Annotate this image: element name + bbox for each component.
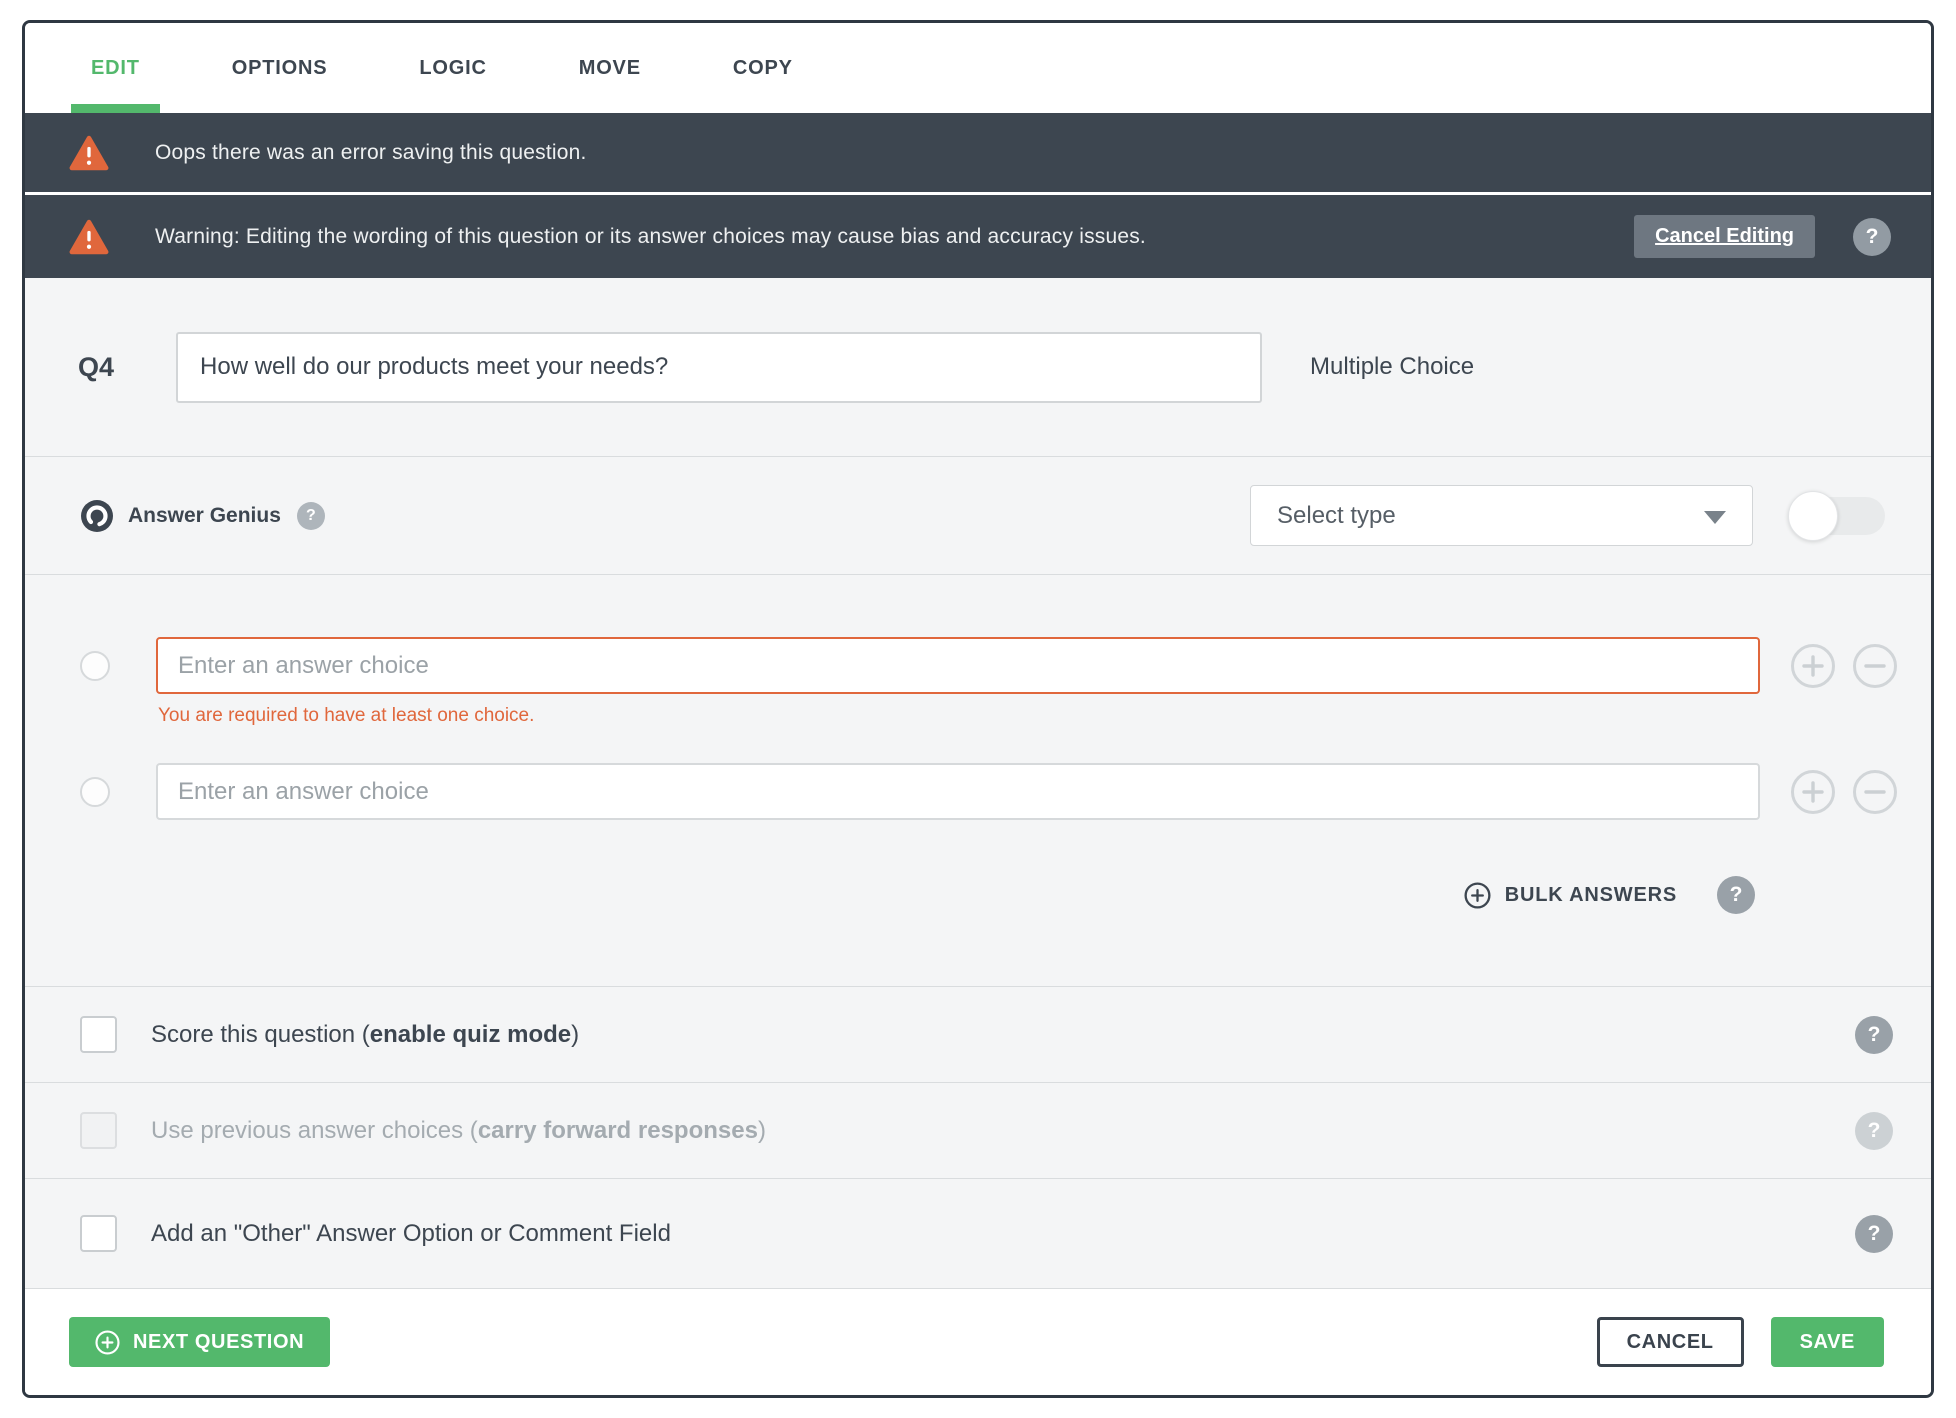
radio-icon[interactable] xyxy=(80,650,110,681)
save-button[interactable]: SAVE xyxy=(1770,1317,1884,1367)
help-icon[interactable]: ? xyxy=(1717,876,1755,914)
remove-choice-button[interactable] xyxy=(1852,769,1898,815)
label-text: ) xyxy=(757,1116,766,1144)
score-question-checkbox[interactable] xyxy=(80,1016,117,1053)
help-icon[interactable]: ? xyxy=(1853,217,1891,256)
label-text: ) xyxy=(571,1020,580,1048)
label-text: Score this question ( xyxy=(151,1020,370,1048)
label-bold: enable quiz mode xyxy=(369,1020,572,1048)
footer-bar: NEXT QUESTION CANCEL SAVE xyxy=(25,1288,1931,1395)
cancel-editing-button[interactable]: Cancel Editing xyxy=(1634,215,1815,258)
next-question-button[interactable]: NEXT QUESTION xyxy=(69,1317,331,1367)
question-editor-panel: EDIT OPTIONS LOGIC MOVE COPY Oops there … xyxy=(22,20,1934,1398)
answer-genius-icon xyxy=(81,499,113,532)
remove-choice-button[interactable] xyxy=(1852,643,1898,689)
question-row: Q4 Multiple Choice xyxy=(25,278,1931,456)
answer-choice-row xyxy=(25,637,1931,694)
answer-choices-section: You are required to have at least one ch… xyxy=(25,574,1931,986)
answer-choice-input-2[interactable] xyxy=(156,763,1760,820)
warning-banner: Warning: Editing the wording of this que… xyxy=(25,195,1931,278)
warning-triangle-icon xyxy=(69,135,109,170)
answer-genius-label: Answer Genius xyxy=(128,503,281,527)
tab-edit-label: EDIT xyxy=(91,56,140,79)
select-type-dropdown[interactable]: Select type xyxy=(1250,485,1753,546)
carry-forward-label: Use previous answer choices (carry forwa… xyxy=(151,1117,766,1145)
tab-bar: EDIT OPTIONS LOGIC MOVE COPY xyxy=(25,23,1931,113)
tab-options-label: OPTIONS xyxy=(231,56,328,79)
tab-logic[interactable]: LOGIC xyxy=(407,23,498,113)
help-icon[interactable]: ? xyxy=(296,501,325,530)
warning-banner-text: Warning: Editing the wording of this que… xyxy=(155,224,1146,248)
plus-circle-icon xyxy=(1464,881,1491,909)
error-banner: Oops there was an error saving this ques… xyxy=(25,113,1931,192)
other-option-checkbox[interactable] xyxy=(80,1215,117,1252)
help-icon[interactable]: ? xyxy=(1855,1111,1893,1150)
next-question-label: NEXT QUESTION xyxy=(133,1330,305,1353)
tab-move-label: MOVE xyxy=(578,56,641,79)
question-text-input[interactable] xyxy=(176,331,1263,403)
toggle-knob xyxy=(1788,490,1838,541)
score-question-row: Score this question (enable quiz mode) ? xyxy=(25,986,1931,1082)
radio-icon[interactable] xyxy=(80,776,110,807)
select-type-value: Select type xyxy=(1277,501,1396,529)
label-text: Use previous answer choices ( xyxy=(151,1116,478,1144)
label-bold: carry forward responses xyxy=(477,1116,758,1144)
editor-content: Q4 Multiple Choice Answer Genius ? Selec… xyxy=(25,278,1931,1395)
tab-logic-label: LOGIC xyxy=(419,56,487,79)
bulk-answers-button[interactable]: BULK ANSWERS xyxy=(1505,884,1677,907)
answer-required-error: You are required to have at least one ch… xyxy=(158,705,535,726)
chevron-down-icon xyxy=(1704,511,1726,524)
plus-circle-icon xyxy=(95,1329,120,1355)
add-choice-button[interactable] xyxy=(1790,769,1836,815)
tab-move[interactable]: MOVE xyxy=(567,23,653,113)
question-type-label: Multiple Choice xyxy=(1310,353,1475,380)
answer-choice-row xyxy=(25,763,1931,820)
other-option-row: Add an "Other" Answer Option or Comment … xyxy=(25,1178,1931,1288)
error-banner-text: Oops there was an error saving this ques… xyxy=(155,140,587,164)
active-tab-underline xyxy=(71,104,160,113)
bulk-answers-row: BULK ANSWERS ? xyxy=(25,876,1931,914)
carry-forward-checkbox[interactable] xyxy=(80,1112,117,1149)
tab-copy-label: COPY xyxy=(732,56,793,79)
help-icon[interactable]: ? xyxy=(1855,1214,1893,1253)
cancel-button[interactable]: CANCEL xyxy=(1596,1317,1744,1367)
other-option-label: Add an "Other" Answer Option or Comment … xyxy=(151,1219,671,1247)
score-question-label: Score this question (enable quiz mode) xyxy=(151,1021,579,1049)
answer-genius-toggle[interactable] xyxy=(1788,490,1885,541)
question-number: Q4 xyxy=(78,351,115,382)
add-choice-button[interactable] xyxy=(1790,643,1836,689)
help-icon[interactable]: ? xyxy=(1855,1015,1893,1054)
carry-forward-row: Use previous answer choices (carry forwa… xyxy=(25,1082,1931,1178)
answer-genius-row: Answer Genius ? Select type xyxy=(25,456,1931,574)
tab-options[interactable]: OPTIONS xyxy=(220,23,340,113)
answer-choice-input-1[interactable] xyxy=(156,637,1760,694)
tab-edit[interactable]: EDIT xyxy=(71,23,160,113)
tab-copy[interactable]: COPY xyxy=(721,23,805,113)
warning-triangle-icon xyxy=(69,219,109,254)
